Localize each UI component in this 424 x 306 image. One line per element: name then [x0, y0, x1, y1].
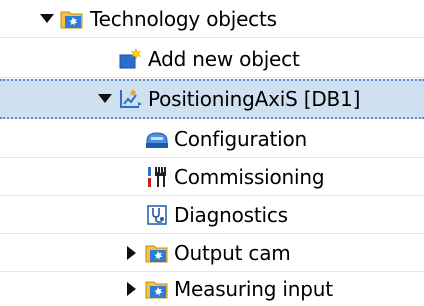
- tree-item-label: Configuration: [174, 126, 308, 151]
- tree-item-diagnostics[interactable]: Diagnostics: [0, 196, 424, 234]
- tree-item-commissioning[interactable]: Commissioning: [0, 158, 424, 196]
- tree-item-label: Add new object: [148, 46, 300, 71]
- configuration-icon: [145, 120, 169, 157]
- expand-arrow-right-icon[interactable]: [123, 272, 141, 306]
- diagnostics-icon: [145, 196, 169, 233]
- expand-arrow-down-icon[interactable]: [96, 81, 114, 117]
- expand-arrow-down-icon[interactable]: [38, 0, 56, 37]
- add-new-object-icon: [118, 40, 142, 77]
- tree-item-configuration[interactable]: Configuration: [0, 120, 424, 158]
- expand-arrow-right-icon[interactable]: [123, 234, 141, 271]
- tree-item-output-cam[interactable]: Output cam: [0, 234, 424, 272]
- tree-item-technology-objects[interactable]: Technology objects: [0, 0, 424, 38]
- project-tree: Technology objects Add new object Positi…: [0, 0, 424, 306]
- technology-folder-icon: [60, 0, 84, 37]
- tree-item-add-new-object[interactable]: Add new object: [0, 40, 424, 78]
- tree-item-measuring-input[interactable]: Measuring input: [0, 272, 424, 306]
- technology-folder-icon: [145, 272, 169, 306]
- tree-item-label: Measuring input: [174, 277, 333, 301]
- commissioning-icon: [145, 158, 169, 195]
- tree-item-label: PositioningAxiS [DB1]: [148, 87, 361, 111]
- tree-item-label: Output cam: [174, 240, 291, 265]
- tree-item-label: Commissioning: [174, 164, 325, 189]
- positioning-axis-icon: [118, 81, 142, 117]
- technology-folder-icon: [145, 234, 169, 271]
- tree-item-label: Diagnostics: [174, 202, 288, 227]
- tree-item-positioning-axis[interactable]: PositioningAxiS [DB1]: [0, 79, 424, 119]
- tree-item-label: Technology objects: [90, 6, 277, 31]
